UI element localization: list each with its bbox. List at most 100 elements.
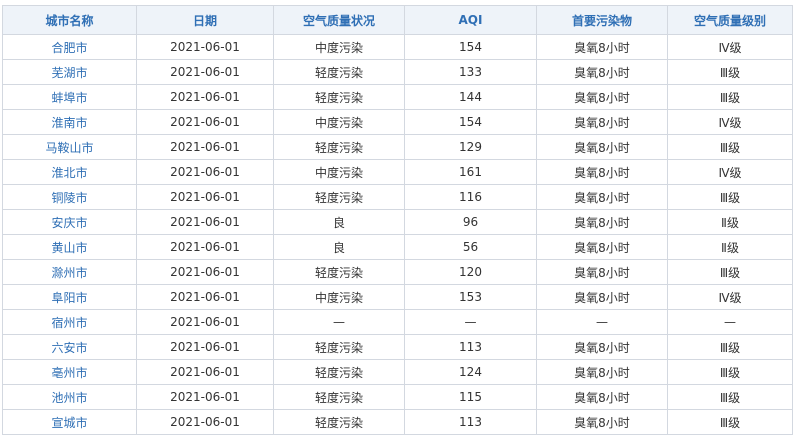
cell-city: 安庆市 bbox=[2, 209, 137, 235]
cell-city: 六安市 bbox=[2, 334, 137, 360]
cell-level: Ⅳ级 bbox=[667, 34, 793, 60]
cell-pollutant: 臭氧8小时 bbox=[536, 59, 668, 85]
cell-city: 马鞍山市 bbox=[2, 134, 137, 160]
cell-aqi: 56 bbox=[404, 234, 537, 260]
cell-date: 2021-06-01 bbox=[136, 284, 274, 310]
table-row: 宣城市 2021-06-01 轻度污染 113 臭氧8小时 Ⅲ级 bbox=[2, 409, 793, 435]
cell-aqi: 115 bbox=[404, 384, 537, 410]
cell-status: 轻度污染 bbox=[273, 409, 405, 435]
cell-date: 2021-06-01 bbox=[136, 209, 274, 235]
cell-level: Ⅲ级 bbox=[667, 84, 793, 110]
aqi-table: 城市名称 日期 空气质量状况 AQI 首要污染物 空气质量级别 合肥市 2021-… bbox=[2, 5, 793, 435]
cell-pollutant: 臭氧8小时 bbox=[536, 84, 668, 110]
cell-city: 宿州市 bbox=[2, 309, 137, 335]
table-row: 淮南市 2021-06-01 中度污染 154 臭氧8小时 Ⅳ级 bbox=[2, 109, 793, 135]
cell-level: Ⅲ级 bbox=[667, 134, 793, 160]
table-row: 马鞍山市 2021-06-01 轻度污染 129 臭氧8小时 Ⅲ级 bbox=[2, 134, 793, 160]
cell-level: Ⅲ级 bbox=[667, 384, 793, 410]
cell-status: 中度污染 bbox=[273, 34, 405, 60]
table-row: 宿州市 2021-06-01— — — — bbox=[2, 309, 793, 335]
cell-pollutant: 臭氧8小时 bbox=[536, 259, 668, 285]
cell-city: 宣城市 bbox=[2, 409, 137, 435]
cell-level: Ⅳ级 bbox=[667, 159, 793, 185]
cell-status: 轻度污染 bbox=[273, 334, 405, 360]
cell-aqi: 153 bbox=[404, 284, 537, 310]
cell-aqi: 96 bbox=[404, 209, 537, 235]
cell-aqi: 113 bbox=[404, 334, 537, 360]
cell-level: — bbox=[667, 309, 793, 335]
cell-pollutant: 臭氧8小时 bbox=[536, 159, 668, 185]
cell-pollutant: 臭氧8小时 bbox=[536, 34, 668, 60]
header-date: 日期 bbox=[136, 5, 274, 35]
cell-date: 2021-06-01 bbox=[136, 59, 274, 85]
cell-pollutant: 臭氧8小时 bbox=[536, 134, 668, 160]
cell-date: 2021-06-01 bbox=[136, 159, 274, 185]
cell-aqi: 154 bbox=[404, 109, 537, 135]
cell-date: 2021-06-01 bbox=[136, 34, 274, 60]
cell-date: 2021-06-01 bbox=[136, 259, 274, 285]
cell-status: 轻度污染 bbox=[273, 384, 405, 410]
cell-pollutant: 臭氧8小时 bbox=[536, 409, 668, 435]
cell-pollutant: 臭氧8小时 bbox=[536, 384, 668, 410]
cell-aqi: 161 bbox=[404, 159, 537, 185]
cell-city: 合肥市 bbox=[2, 34, 137, 60]
cell-city: 芜湖市 bbox=[2, 59, 137, 85]
cell-level: Ⅲ级 bbox=[667, 259, 793, 285]
cell-pollutant: 臭氧8小时 bbox=[536, 334, 668, 360]
cell-aqi: 133 bbox=[404, 59, 537, 85]
cell-city: 淮北市 bbox=[2, 159, 137, 185]
cell-city: 淮南市 bbox=[2, 109, 137, 135]
cell-aqi: 116 bbox=[404, 184, 537, 210]
cell-aqi: 144 bbox=[404, 84, 537, 110]
cell-level: Ⅳ级 bbox=[667, 284, 793, 310]
cell-status: 轻度污染 bbox=[273, 59, 405, 85]
cell-level: Ⅱ级 bbox=[667, 234, 793, 260]
cell-level: Ⅲ级 bbox=[667, 184, 793, 210]
cell-date: 2021-06-01 bbox=[136, 334, 274, 360]
cell-city: 池州市 bbox=[2, 384, 137, 410]
cell-aqi: 129 bbox=[404, 134, 537, 160]
cell-status: 轻度污染 bbox=[273, 184, 405, 210]
cell-pollutant: 臭氧8小时 bbox=[536, 184, 668, 210]
cell-level: Ⅱ级 bbox=[667, 209, 793, 235]
cell-pollutant: — bbox=[536, 309, 668, 335]
cell-city: 铜陵市 bbox=[2, 184, 137, 210]
table-row: 蚌埠市 2021-06-01 轻度污染 144 臭氧8小时 Ⅲ级 bbox=[2, 84, 793, 110]
header-aqi: AQI bbox=[404, 5, 537, 35]
cell-date: 2021-06-01 bbox=[136, 409, 274, 435]
cell-date: 2021-06-01 bbox=[136, 84, 274, 110]
table-body: 合肥市 2021-06-01 中度污染 154 臭氧8小时 Ⅳ级 芜湖市 2021-06-01… bbox=[2, 34, 793, 435]
table-row: 亳州市 2021-06-01 轻度污染 124 臭氧8小时 Ⅲ级 bbox=[2, 359, 793, 385]
table-row: 淮北市 2021-06-01 中度污染 161 臭氧8小时 Ⅳ级 bbox=[2, 159, 793, 185]
cell-status: — bbox=[273, 309, 405, 335]
cell-aqi: 113 bbox=[404, 409, 537, 435]
cell-date: 2021-06-01 bbox=[136, 309, 274, 335]
cell-date: 2021-06-01 bbox=[136, 134, 274, 160]
cell-aqi: 120 bbox=[404, 259, 537, 285]
table-row: 合肥市 2021-06-01 中度污染 154 臭氧8小时 Ⅳ级 bbox=[2, 34, 793, 60]
cell-level: Ⅲ级 bbox=[667, 409, 793, 435]
cell-status: 良 bbox=[273, 234, 405, 260]
cell-pollutant: 臭氧8小时 bbox=[536, 109, 668, 135]
cell-city: 蚌埠市 bbox=[2, 84, 137, 110]
header-air-quality-status: 空气质量状况 bbox=[273, 5, 405, 35]
cell-status: 轻度污染 bbox=[273, 259, 405, 285]
cell-date: 2021-06-01 bbox=[136, 359, 274, 385]
cell-city: 阜阳市 bbox=[2, 284, 137, 310]
cell-level: Ⅳ级 bbox=[667, 109, 793, 135]
table-row: 池州市 2021-06-01 轻度污染 115 臭氧8小时 Ⅲ级 bbox=[2, 384, 793, 410]
header-city-name: 城市名称 bbox=[2, 5, 137, 35]
cell-pollutant: 臭氧8小时 bbox=[536, 284, 668, 310]
cell-status: 中度污染 bbox=[273, 109, 405, 135]
cell-level: Ⅲ级 bbox=[667, 59, 793, 85]
table-row: 安庆市 2021-06-01 良 96 臭氧8小时 Ⅱ级 bbox=[2, 209, 793, 235]
cell-date: 2021-06-01 bbox=[136, 184, 274, 210]
cell-aqi: — bbox=[404, 309, 537, 335]
table-row: 黄山市 2021-06-01 良 56 臭氧8小时 Ⅱ级 bbox=[2, 234, 793, 260]
table-row: 芜湖市 2021-06-01 轻度污染 133 臭氧8小时 Ⅲ级 bbox=[2, 59, 793, 85]
cell-date: 2021-06-01 bbox=[136, 384, 274, 410]
cell-status: 中度污染 bbox=[273, 284, 405, 310]
cell-pollutant: 臭氧8小时 bbox=[536, 209, 668, 235]
header-primary-pollutant: 首要污染物 bbox=[536, 5, 668, 35]
cell-level: Ⅲ级 bbox=[667, 334, 793, 360]
